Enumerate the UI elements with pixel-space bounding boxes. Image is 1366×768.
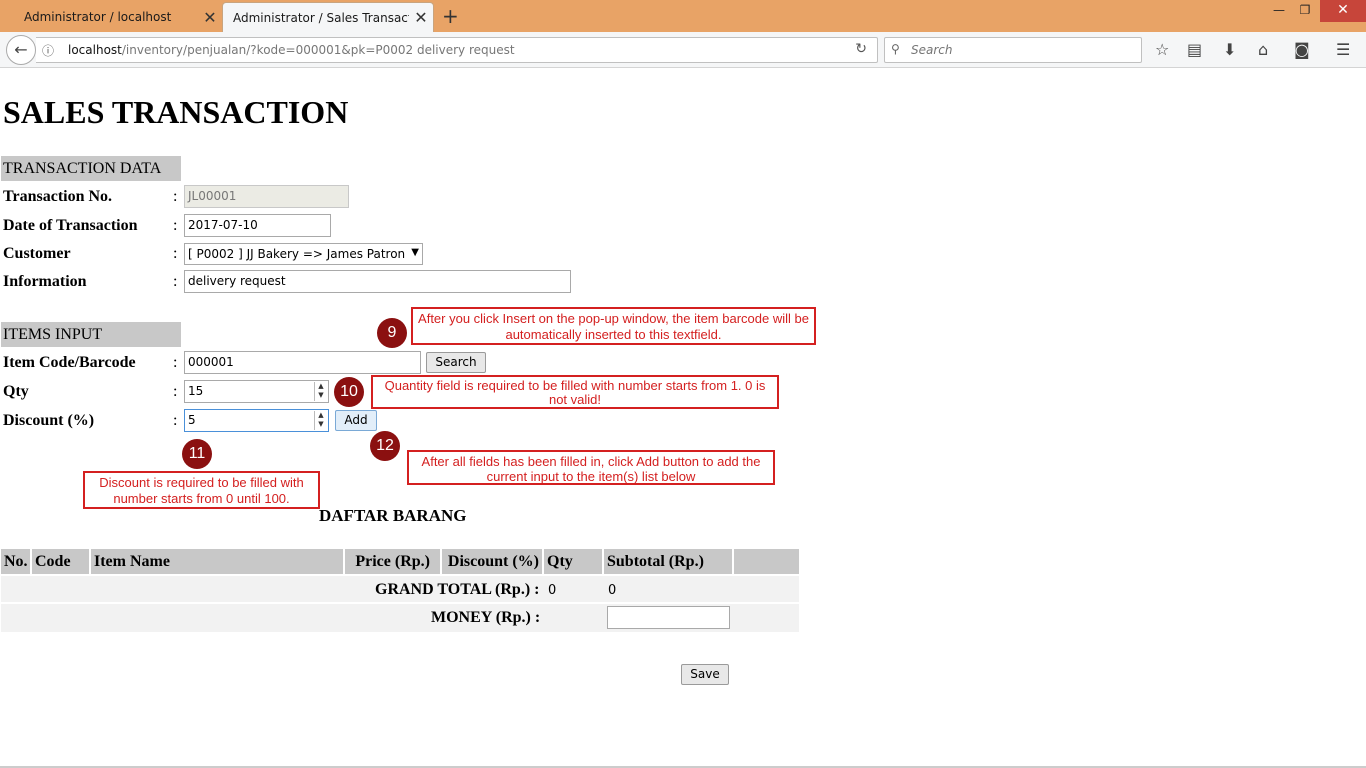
discount-label: Discount (%): [3, 412, 95, 429]
column-header-action: [734, 549, 799, 574]
colon: :: [173, 245, 178, 262]
page-title: SALES TRANSACTION: [3, 94, 349, 130]
customer-select-value: [ P0002 ] JJ Bakery => James Patron: [188, 247, 406, 261]
column-header-item-name: Item Name: [91, 549, 343, 574]
annotation-callout-10: Quantity field is required to be filled …: [371, 375, 779, 409]
new-tab-icon[interactable]: +: [442, 4, 459, 28]
colon: :: [173, 383, 178, 400]
information-field[interactable]: delivery request: [184, 270, 571, 293]
spin-arrows-icon[interactable]: ▲ ▼: [314, 411, 327, 430]
annotation-badge-11: 11: [182, 439, 212, 469]
colon: :: [173, 412, 178, 429]
grand-total-subtotal: 0: [608, 583, 617, 598]
discount-stepper[interactable]: 5 ▲ ▼: [184, 409, 329, 432]
money-label: MONEY (Rp.) :: [431, 609, 541, 626]
url-path: /inventory/penjualan/?kode=000001&pk=P00…: [121, 43, 515, 57]
bookmark-star-icon[interactable]: ☆: [1155, 40, 1169, 59]
date-field[interactable]: 2017-07-10: [184, 214, 331, 237]
information-label: Information: [3, 273, 87, 290]
column-header-discount: Discount (%): [442, 549, 542, 574]
item-code-field[interactable]: 000001: [184, 351, 421, 374]
colon: :: [173, 188, 178, 205]
search-button[interactable]: Search: [426, 352, 486, 373]
customer-label: Customer: [3, 245, 71, 262]
search-icon: ⚲: [891, 42, 900, 56]
search-input[interactable]: [909, 41, 1129, 59]
url-host: localhost: [68, 43, 122, 57]
column-header-qty: Qty: [544, 549, 602, 574]
customer-select[interactable]: [ P0002 ] JJ Bakery => James Patron ▼: [184, 243, 423, 265]
annotation-badge-9: 9: [377, 318, 407, 348]
home-icon[interactable]: ⌂: [1258, 40, 1268, 59]
column-header-code: Code: [32, 549, 89, 574]
tab-sales-transaction[interactable]: Administrator / Sales Transaction ✕: [222, 2, 434, 32]
colon: :: [173, 217, 178, 234]
transaction-no-label: Transaction No.: [3, 188, 113, 205]
item-code-label: Item Code/Barcode: [3, 354, 136, 371]
search-bar[interactable]: ⚲: [884, 37, 1142, 63]
annotation-badge-12: 12: [370, 431, 400, 461]
reading-list-icon[interactable]: ▤: [1187, 40, 1202, 59]
tab-label: Administrator / localhost: [24, 10, 172, 24]
download-icon[interactable]: ⬇: [1223, 40, 1236, 59]
navigation-toolbar: ← ⓘ localhost/inventory/penjualan/?kode=…: [0, 32, 1366, 68]
url-bar[interactable]: ⓘ localhost/inventory/penjualan/?kode=00…: [36, 37, 878, 63]
annotation-callout-12: After all fields has been filled in, cli…: [407, 450, 775, 485]
window-titlebar: Administrator / localhost ✕ Administrato…: [0, 0, 1366, 32]
column-header-subtotal: Subtotal (Rp.): [604, 549, 732, 574]
qty-stepper[interactable]: 15 ▲ ▼: [184, 380, 329, 403]
close-icon[interactable]: ✕: [409, 8, 433, 27]
chevron-down-icon: ▼: [411, 247, 419, 258]
back-arrow-icon[interactable]: ←: [6, 35, 36, 65]
url-text[interactable]: localhost/inventory/penjualan/?kode=0000…: [68, 43, 515, 57]
restore-icon[interactable]: ❐: [1290, 0, 1320, 22]
grand-total-label: GRAND TOTAL (Rp.) :: [375, 581, 540, 598]
menu-icon[interactable]: ☰: [1336, 40, 1350, 59]
money-field[interactable]: [607, 606, 730, 629]
transaction-data-header: TRANSACTION DATA: [1, 156, 181, 181]
annotation-callout-9: After you click Insert on the pop-up win…: [411, 307, 816, 345]
qty-label: Qty: [3, 383, 29, 400]
items-input-header: ITEMS INPUT: [1, 322, 181, 347]
tab-label: Administrator / Sales Transaction: [233, 10, 409, 25]
reload-icon[interactable]: ↻: [855, 41, 867, 57]
qty-value: 15: [188, 384, 204, 398]
spin-arrows-icon[interactable]: ▲ ▼: [314, 382, 327, 401]
info-icon[interactable]: ⓘ: [42, 42, 54, 59]
grand-total-qty: 0: [548, 583, 557, 598]
date-label: Date of Transaction: [3, 217, 138, 234]
close-icon[interactable]: ✕: [198, 8, 222, 27]
pocket-icon[interactable]: ◙: [1294, 40, 1310, 59]
transaction-no-field: JL00001: [184, 185, 349, 208]
column-header-no: No.: [1, 549, 30, 574]
tab-localhost[interactable]: Administrator / localhost ✕: [14, 2, 222, 32]
item-list-title: DAFTAR BARANG: [319, 506, 467, 525]
colon: :: [173, 273, 178, 290]
column-header-price: Price (Rp.): [345, 549, 440, 574]
annotation-badge-10: 10: [334, 377, 364, 407]
discount-value: 5: [188, 413, 196, 427]
add-button[interactable]: Add: [335, 410, 377, 431]
window-close-icon[interactable]: ✕: [1320, 0, 1366, 22]
colon: :: [173, 354, 178, 371]
save-button[interactable]: Save: [681, 664, 729, 685]
annotation-callout-11: Discount is required to be filled with n…: [83, 471, 320, 509]
